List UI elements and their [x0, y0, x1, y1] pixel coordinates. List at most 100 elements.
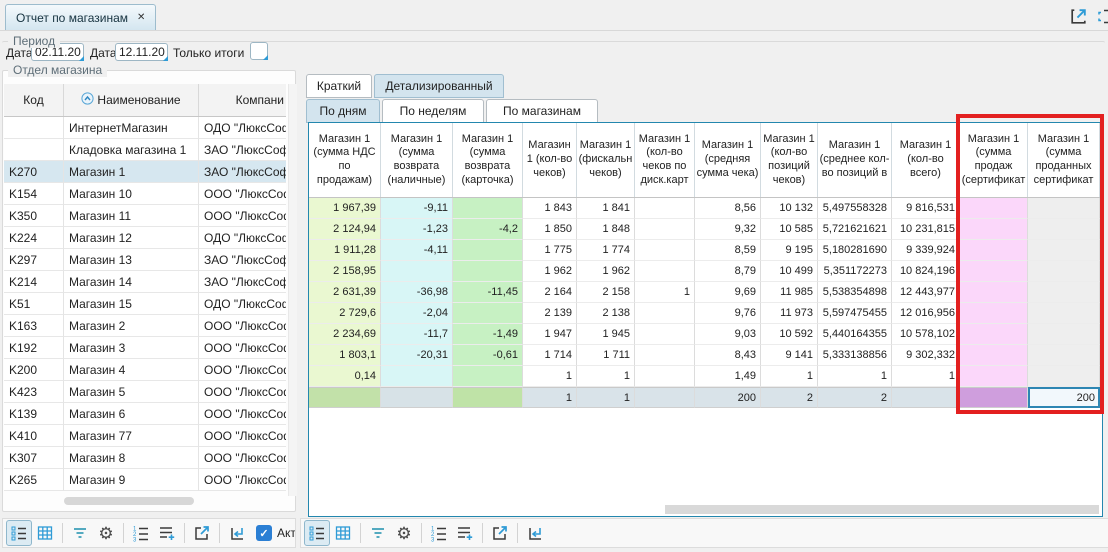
data-cell[interactable]: [381, 261, 453, 282]
table-row[interactable]: K192Магазин 3ООО "ЛюксСоф: [4, 337, 286, 359]
data-cell[interactable]: 1 967,39: [309, 198, 381, 219]
data-cell[interactable]: -1,23: [381, 219, 453, 240]
total-cell[interactable]: [892, 387, 960, 408]
column-header-name[interactable]: Наименование: [64, 84, 199, 116]
data-cell[interactable]: 1: [577, 366, 635, 387]
subtab-by-days[interactable]: По дням: [306, 99, 380, 123]
data-cell[interactable]: 10 231,815: [892, 219, 960, 240]
data-cell[interactable]: 2 234,69: [309, 324, 381, 345]
data-cell[interactable]: [453, 198, 523, 219]
data-cell[interactable]: 9,03: [695, 324, 761, 345]
data-cell[interactable]: [453, 240, 523, 261]
expand-icon[interactable]: [1068, 6, 1089, 30]
data-cell[interactable]: 5,351172273: [818, 261, 892, 282]
subtab-by-weeks[interactable]: По неделям: [382, 99, 484, 123]
column-header[interactable]: Магазин 1 (кол-во всего): [892, 123, 960, 197]
table-row[interactable]: K200Магазин 4ООО "ЛюксСоф: [4, 359, 286, 381]
restore-icon[interactable]: [1096, 6, 1108, 30]
table-row[interactable]: K224Магазин 12ОДО "ЛюксСоф: [4, 227, 286, 249]
column-header[interactable]: Магазин 1 (средняя сумма чека): [695, 123, 761, 197]
data-cell[interactable]: [1028, 198, 1100, 219]
data-cell[interactable]: 12 016,956: [892, 303, 960, 324]
total-cell[interactable]: 200: [695, 387, 761, 408]
data-cell[interactable]: -11,45: [453, 282, 523, 303]
data-cell[interactable]: [635, 198, 695, 219]
column-header[interactable]: Магазин 1 (кол-во позиций чеков): [761, 123, 818, 197]
data-cell[interactable]: [1028, 324, 1100, 345]
data-cell[interactable]: [960, 324, 1028, 345]
selected-cell[interactable]: 200: [1028, 387, 1100, 408]
data-cell[interactable]: [960, 345, 1028, 366]
table-row[interactable]: K265Магазин 9ООО "ЛюксСоф: [4, 469, 286, 491]
data-cell[interactable]: 1 962: [523, 261, 577, 282]
data-cell[interactable]: [1028, 282, 1100, 303]
data-cell[interactable]: 1 774: [577, 240, 635, 261]
tab-detailed[interactable]: Детализированный: [374, 74, 504, 98]
total-cell[interactable]: 2: [761, 387, 818, 408]
store-table-hscrollbar[interactable]: [64, 497, 194, 505]
add-to-list-button[interactable]: [154, 520, 180, 546]
data-cell[interactable]: [1028, 240, 1100, 261]
app-tab[interactable]: Отчет по магазинам: [5, 4, 156, 30]
data-cell[interactable]: [635, 261, 695, 282]
data-cell[interactable]: 1 711: [577, 345, 635, 366]
total-cell[interactable]: 1: [523, 387, 577, 408]
open-external-button[interactable]: [487, 520, 513, 546]
data-cell[interactable]: [635, 219, 695, 240]
data-cell[interactable]: 2 158,95: [309, 261, 381, 282]
data-cell[interactable]: [635, 366, 695, 387]
data-cell[interactable]: [1028, 261, 1100, 282]
table-row[interactable]: K297Магазин 13ЗАО "ЛюксСоф: [4, 249, 286, 271]
grid-view-button[interactable]: [330, 520, 356, 546]
table-row[interactable]: K410Магазин 77ООО "ЛюксСоф: [4, 425, 286, 447]
subtab-by-stores[interactable]: По магазинам: [486, 99, 598, 123]
column-header[interactable]: Магазин 1 (сумма возврата (наличные): [381, 123, 453, 197]
data-cell[interactable]: [453, 303, 523, 324]
data-cell[interactable]: [960, 198, 1028, 219]
data-cell[interactable]: [960, 261, 1028, 282]
close-icon[interactable]: [137, 12, 145, 23]
table-row[interactable]: K51Магазин 15ОДО "ЛюксСоф: [4, 293, 286, 315]
table-row[interactable]: K139Магазин 6ООО "ЛюксСоф: [4, 403, 286, 425]
table-row[interactable]: K214Магазин 14ЗАО "ЛюксСоф: [4, 271, 286, 293]
active-checkbox[interactable]: [256, 525, 272, 541]
column-header-code[interactable]: Код: [4, 84, 64, 116]
data-cell[interactable]: [381, 366, 453, 387]
filter-button[interactable]: [67, 520, 93, 546]
data-cell[interactable]: 5,538354898: [818, 282, 892, 303]
data-cell[interactable]: 1 841: [577, 198, 635, 219]
numbered-list-button[interactable]: 123: [128, 520, 154, 546]
data-cell[interactable]: [960, 219, 1028, 240]
table-row[interactable]: K163Магазин 2ООО "ЛюксСоф: [4, 315, 286, 337]
data-cell[interactable]: 9 816,531: [892, 198, 960, 219]
data-cell[interactable]: [960, 366, 1028, 387]
data-cell[interactable]: 10 824,196: [892, 261, 960, 282]
data-cell[interactable]: 1 803,1: [309, 345, 381, 366]
column-header[interactable]: Магазин 1 (среднее кол-во позиций в: [818, 123, 892, 197]
data-cell[interactable]: 2 631,39: [309, 282, 381, 303]
total-cell[interactable]: 2: [818, 387, 892, 408]
total-cell[interactable]: [960, 387, 1028, 408]
data-cell[interactable]: 5,440164355: [818, 324, 892, 345]
data-cell[interactable]: 8,43: [695, 345, 761, 366]
column-header[interactable]: Магазин 1 (кол-во чеков по диск.карт: [635, 123, 695, 197]
data-cell[interactable]: 2 138: [577, 303, 635, 324]
data-cell[interactable]: 5,721621621: [818, 219, 892, 240]
numbered-list-button[interactable]: 123: [426, 520, 452, 546]
data-cell[interactable]: 1,49: [695, 366, 761, 387]
data-cell[interactable]: 1: [818, 366, 892, 387]
table-row[interactable]: Кладовка магазина 1ЗАО "ЛюксСоф: [4, 139, 286, 161]
data-cell[interactable]: 1 911,28: [309, 240, 381, 261]
data-cell[interactable]: -2,04: [381, 303, 453, 324]
total-cell[interactable]: [453, 387, 523, 408]
settings-button[interactable]: [93, 520, 119, 546]
data-cell[interactable]: 11 973: [761, 303, 818, 324]
data-cell[interactable]: 9,76: [695, 303, 761, 324]
data-cell[interactable]: 10 132: [761, 198, 818, 219]
data-cell[interactable]: 8,56: [695, 198, 761, 219]
data-cell[interactable]: 1 945: [577, 324, 635, 345]
data-cell[interactable]: 8,59: [695, 240, 761, 261]
data-cell[interactable]: [453, 366, 523, 387]
table-row[interactable]: K154Магазин 10ООО "ЛюксСоф: [4, 183, 286, 205]
grid-view-button[interactable]: [32, 520, 58, 546]
